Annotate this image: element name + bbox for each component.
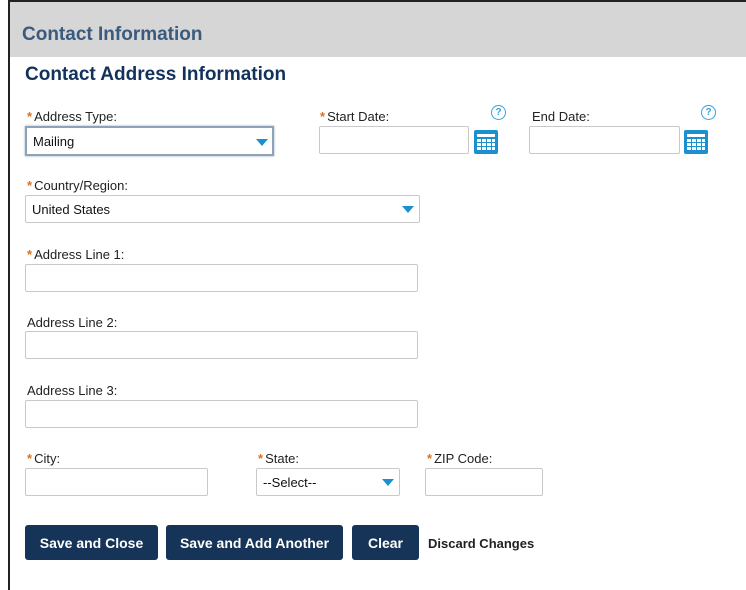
end-date-calendar-icon[interactable]: [684, 130, 708, 154]
start-date-label: * Start Date:: [320, 109, 390, 124]
save-and-close-button[interactable]: Save and Close: [25, 525, 158, 560]
state-label: * State:: [258, 451, 300, 466]
required-mark: *: [27, 109, 33, 124]
section-title: Contact Address Information: [25, 64, 287, 85]
state-select[interactable]: --Select--: [256, 468, 400, 496]
country-value: United States: [32, 202, 111, 217]
end-date-help-icon[interactable]: ?: [701, 105, 716, 120]
address-line-3-label: Address Line 3:: [27, 383, 118, 398]
start-date-input[interactable]: [319, 126, 469, 154]
start-date-help-icon[interactable]: ?: [491, 105, 506, 120]
country-select[interactable]: United States: [25, 195, 420, 223]
state-value: --Select--: [263, 475, 317, 490]
zip-input[interactable]: [425, 468, 543, 496]
country-label: * Country/Region:: [27, 178, 129, 193]
address-line-2-label: Address Line 2:: [27, 315, 118, 330]
page-title: Contact Information: [22, 24, 203, 45]
address-line-3-input[interactable]: [25, 400, 418, 428]
city-label: * City:: [27, 451, 61, 466]
address-line-1-label: * Address Line 1:: [27, 247, 125, 262]
discard-changes-link[interactable]: Discard Changes: [428, 536, 534, 551]
start-date-calendar-icon[interactable]: [474, 130, 498, 154]
address-line-1-input[interactable]: [25, 264, 418, 292]
dialog-frame: [8, 0, 746, 590]
zip-label: * ZIP Code:: [427, 451, 493, 466]
chevron-down-icon: [256, 139, 268, 146]
end-date-label: End Date:: [532, 109, 590, 124]
chevron-down-icon: [402, 206, 414, 213]
save-and-add-another-button[interactable]: Save and Add Another: [166, 525, 343, 560]
address-type-value: Mailing: [33, 134, 75, 149]
address-type-label: * Address Type:: [27, 109, 117, 124]
address-line-2-input[interactable]: [25, 331, 418, 359]
end-date-input[interactable]: [529, 126, 680, 154]
address-type-select[interactable]: Mailing: [25, 126, 274, 156]
chevron-down-icon: [382, 479, 394, 486]
clear-button[interactable]: Clear: [352, 525, 419, 560]
city-input[interactable]: [25, 468, 208, 496]
